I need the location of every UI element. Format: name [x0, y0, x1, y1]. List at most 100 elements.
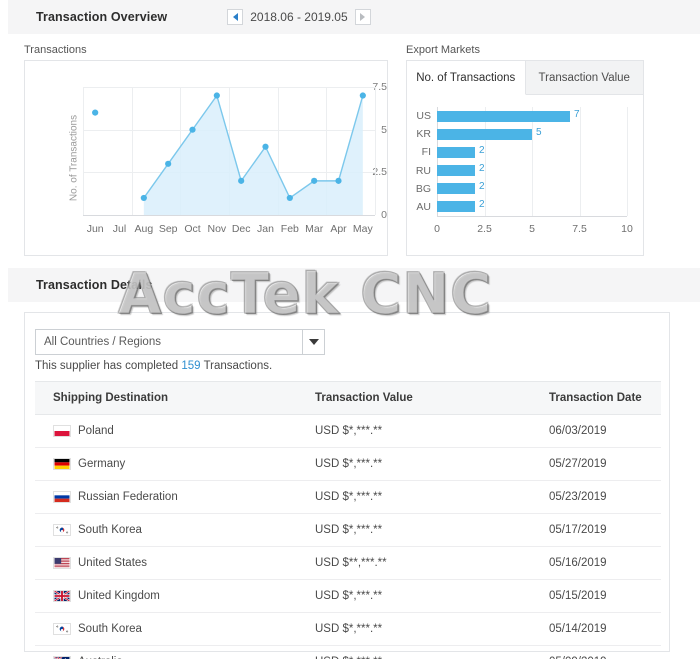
bar-value-label: 2	[479, 181, 485, 193]
line-x-tick: Jan	[257, 223, 274, 235]
cell-transaction-value: USD $*,***.**	[297, 513, 531, 547]
country-filter-select[interactable]: All Countries / Regions	[35, 329, 325, 355]
dashboard-page: Transaction Overview 2018.06 - 2019.05 T…	[0, 0, 700, 659]
chevron-down-icon[interactable]	[302, 330, 324, 354]
data-point	[213, 92, 220, 99]
bar-category-label: FI	[421, 146, 431, 159]
line-x-tick: Apr	[330, 223, 347, 235]
bar-value-label: 2	[479, 144, 485, 156]
export-markets-chart-label: Export Markets	[406, 44, 480, 56]
gridline	[83, 215, 375, 216]
export-markets-bar-chart: No. of Transactions Transaction Value US 7…	[406, 60, 644, 256]
table-row: United States USD $**,***.** 05/16/2019	[35, 546, 661, 580]
data-point	[238, 177, 245, 184]
line-x-tick: Oct	[184, 223, 201, 235]
line-x-tick: Feb	[280, 223, 299, 235]
bar-category-label: BG	[415, 182, 431, 195]
prev-period-button[interactable]	[227, 9, 244, 25]
table-header-row: Shipping Destination Transaction Value T…	[35, 381, 661, 415]
bar-fill	[437, 165, 475, 177]
country-label: Poland	[78, 425, 114, 437]
bar-fill	[437, 146, 475, 158]
table-row: Germany USD $*,***.** 05/27/2019	[35, 447, 661, 481]
data-point	[140, 194, 147, 202]
page-title: Transaction Overview	[36, 10, 168, 24]
table-row: Russian Federation USD $*,***.** 05/23/201…	[35, 480, 661, 514]
flag-ru-icon	[53, 491, 71, 503]
cell-transaction-date: 05/09/2019	[531, 645, 661, 659]
band-left-cap-details	[0, 268, 8, 302]
chevron-right-icon	[360, 13, 366, 21]
transaction-details-panel: All Countries / Regions This supplier ha…	[24, 312, 670, 659]
cell-transaction-value: USD $*,***.**	[297, 645, 531, 659]
flag-kr-icon	[53, 524, 71, 536]
bar-fill	[437, 128, 532, 140]
next-period-button[interactable]	[354, 9, 371, 25]
date-range-label: 2018.06 - 2019.05	[250, 10, 348, 24]
line-chart-ylabel: No. of Transactions	[68, 114, 80, 202]
line-series	[92, 92, 366, 215]
gridline	[627, 107, 628, 216]
country-label: United States	[78, 557, 148, 569]
note-prefix: This supplier has completed	[35, 360, 182, 372]
country-filter-value: All Countries / Regions	[44, 336, 161, 348]
band-left-cap	[0, 0, 8, 34]
cell-transaction-value: USD $**,***.**	[297, 546, 531, 580]
transactions-table: Shipping Destination Transaction Value T…	[35, 381, 661, 659]
cell-transaction-date: 05/14/2019	[531, 612, 661, 646]
bar-x-tick: 7.5	[572, 223, 587, 235]
column-header-value: Transaction Value	[297, 381, 531, 415]
bar-chart-plot-area: US 7 KR 5 FI 2 RU 2 BG 2 AU 2 0 2.5 5 7.5 10	[407, 95, 643, 256]
bar-value-label: 7	[574, 108, 580, 120]
country-label: South Korea	[78, 623, 142, 635]
table-row: AustraliaUSD $*,***.**05/09/2019	[35, 645, 661, 659]
axis-line	[437, 216, 627, 217]
transaction-count: 159	[181, 360, 201, 372]
country-label: Russian Federation	[78, 491, 178, 503]
line-x-tick: May	[352, 223, 373, 235]
bar-x-tick: 2.5	[477, 223, 492, 235]
line-x-tick: Nov	[207, 223, 227, 235]
tab-transaction-value[interactable]: Transaction Value	[525, 61, 643, 94]
data-point	[189, 126, 196, 133]
supplier-transaction-note: This supplier has completed 159 Transact…	[35, 360, 272, 372]
cell-transaction-value: USD $*,***.**	[297, 612, 531, 646]
cell-transaction-value: USD $*,***.**	[297, 447, 531, 481]
cell-destination: Poland	[35, 414, 297, 448]
bar-category-label: RU	[415, 164, 431, 177]
line-x-tick: Sep	[158, 223, 178, 235]
country-label: United Kingdom	[78, 590, 160, 602]
transaction-overview-header: Transaction Overview 2018.06 - 2019.05	[0, 0, 700, 34]
bar-value-label: 5	[536, 126, 542, 138]
cell-transaction-value: USD $*,***.**	[297, 579, 531, 613]
column-header-date: Transaction Date	[531, 381, 661, 415]
bar-x-tick: 10	[621, 223, 633, 235]
line-chart-plot-area	[83, 87, 376, 216]
note-suffix: Transactions.	[200, 360, 273, 372]
line-x-tick: Jun	[86, 223, 104, 235]
bar-row: BG 2	[407, 181, 627, 196]
country-label: South Korea	[78, 524, 142, 536]
bar-category-label: KR	[416, 128, 431, 141]
gridline	[375, 87, 376, 215]
cell-transaction-value: USD $*,***.**	[297, 480, 531, 514]
data-point	[262, 143, 269, 150]
data-point	[286, 194, 293, 202]
data-point	[335, 177, 342, 184]
bar-category-label: US	[416, 110, 431, 123]
details-title: Transaction Details	[36, 278, 153, 292]
cell-transaction-date: 05/15/2019	[531, 579, 661, 613]
bar-track: 5	[437, 126, 627, 140]
bar-track: 7	[437, 108, 627, 122]
tab-no-of-transactions[interactable]: No. of Transactions	[407, 61, 526, 95]
bar-row: RU 2	[407, 163, 627, 178]
flag-kr-icon	[53, 623, 71, 635]
table-row: South Korea USD $*,***.** 05/17/2019	[35, 513, 661, 547]
bar-row: KR 5	[407, 127, 627, 141]
bar-x-tick: 5	[529, 223, 535, 235]
export-markets-tabs: No. of Transactions Transaction Value	[407, 61, 643, 95]
bar-value-label: 2	[479, 163, 485, 175]
transactions-chart-label: Transactions	[24, 44, 87, 56]
flag-de-icon	[53, 458, 71, 470]
data-point	[165, 160, 172, 167]
